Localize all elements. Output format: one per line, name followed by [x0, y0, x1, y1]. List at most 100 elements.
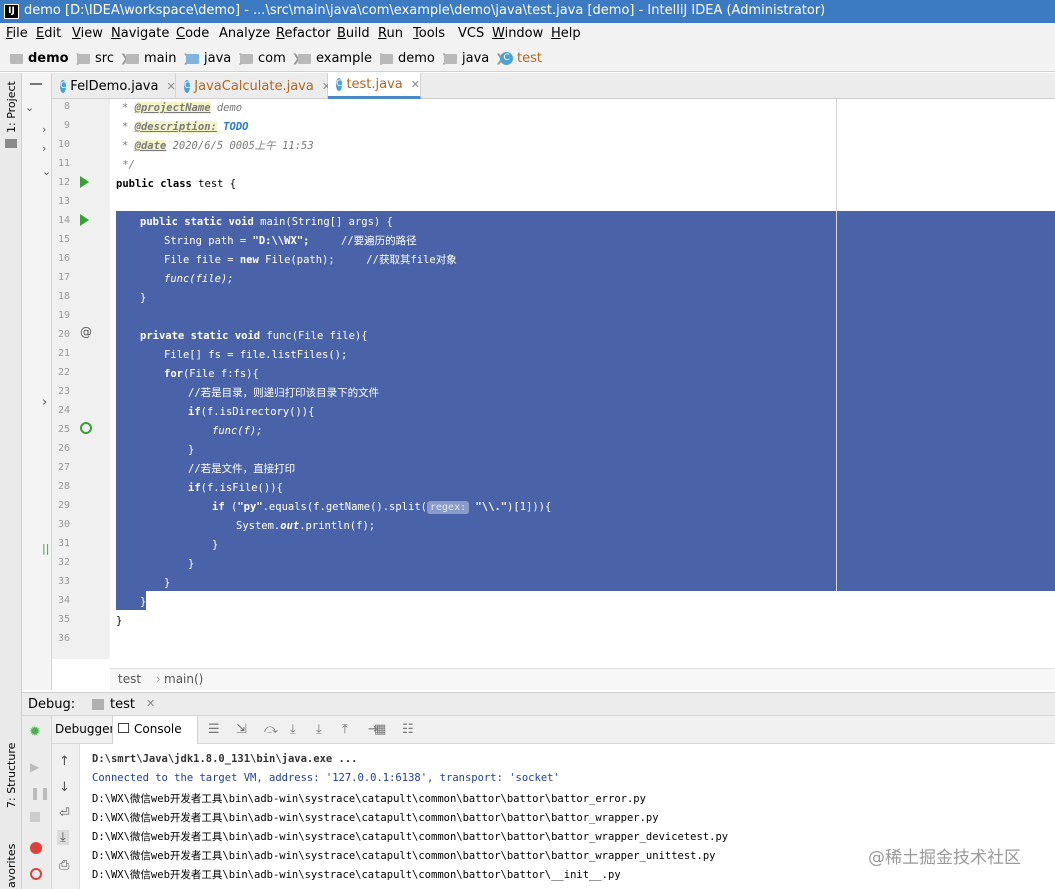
intellij-app-icon: IJ [4, 4, 19, 19]
crumb-class[interactable]: test [118, 672, 141, 686]
tab-feldemo[interactable]: C FelDemo.java ✕ [52, 73, 176, 99]
chevron-right-icon[interactable]: › [42, 123, 46, 136]
menu-build[interactable]: Build [337, 26, 370, 41]
class-icon: C [336, 78, 343, 91]
breadcrumb-com[interactable]: com ❯ [240, 51, 301, 66]
menu-window[interactable]: Window [492, 26, 543, 41]
line-number: 36 [57, 633, 70, 644]
menu-file[interactable]: File [6, 26, 28, 41]
line-number: 28 [57, 481, 70, 492]
breadcrumb-demo-package[interactable]: demo❯ [380, 51, 450, 66]
menu-run[interactable]: Run [378, 26, 403, 41]
menu-vcs[interactable]: VCS [458, 26, 484, 41]
line-number: 15 [57, 234, 70, 245]
line-number: 23 [57, 386, 70, 397]
crumb-method[interactable]: main() [164, 672, 203, 686]
pause-icon[interactable]: ❚❚ [30, 786, 50, 800]
code-line-22: for(File f:fs){ [164, 368, 259, 380]
step-over-icon[interactable]: ⤼ [264, 722, 278, 737]
breadcrumb-main[interactable]: main❯ [126, 51, 192, 66]
debug-tool-window-header: Debug: test ✕ [22, 692, 1055, 716]
line-number: 29 [57, 500, 70, 511]
rerun-debug-icon[interactable]: ✹ [29, 724, 41, 740]
down-icon[interactable]: ↓ [59, 780, 70, 795]
menu-navigate[interactable]: Navigate [111, 26, 169, 41]
force-step-into-icon[interactable]: ⤓ [316, 722, 322, 737]
code-line-27: //若是文件，直接打印 [188, 463, 296, 475]
code-line-30: System.out.println(f); [236, 520, 376, 532]
line-number: 13 [57, 196, 70, 207]
chevron-down-icon[interactable]: ⌄ [25, 101, 34, 114]
scroll-to-end-icon[interactable]: ⤓ [57, 830, 69, 845]
code-line-18: } [140, 292, 147, 304]
line-number: 14 [57, 215, 70, 226]
console-icon [118, 723, 129, 733]
project-tool-button[interactable]: 1: Project [5, 81, 18, 133]
code-line-28: if(f.isFile()){ [188, 482, 283, 494]
chevron-right-icon[interactable]: › [42, 142, 46, 155]
trace-icon[interactable]: ☷ [402, 722, 414, 737]
tab-javacalculate[interactable]: C JavaCalculate.java ✕ [176, 73, 331, 99]
code-line-21: File[] fs = file.listFiles(); [164, 349, 348, 361]
line-number: 9 [63, 120, 70, 131]
line-number: 22 [57, 367, 70, 378]
navigation-breadcrumb: demo❯ src❯ main❯ java❯ com❯ example❯ dem… [0, 45, 1055, 72]
recursion-marker-icon: @ [80, 325, 92, 339]
show-execution-point-icon[interactable]: ⇲ [236, 722, 247, 737]
menu-icon[interactable]: ☰ [208, 722, 220, 737]
recursive-call-icon [80, 422, 92, 434]
breadcrumb-demo[interactable]: demo❯ [10, 51, 84, 66]
debug-title: Debug: [28, 697, 76, 712]
close-icon[interactable]: ✕ [146, 697, 155, 710]
run-main-icon[interactable] [80, 214, 89, 226]
editor-gutter: 8 9 10 11 12 13 14 15 16 17 18 19 20 21 22 23 24 25 26 27 28… [52, 99, 110, 659]
step-out-icon[interactable]: ⤒ [342, 722, 348, 737]
soft-wrap-icon[interactable]: ⏎ [59, 806, 70, 821]
view-breakpoints-icon[interactable] [30, 842, 42, 854]
line-number: 24 [57, 405, 70, 416]
menu-analyze[interactable]: Analyze [219, 26, 270, 41]
menu-tools[interactable]: Tools [413, 26, 445, 41]
debug-config-tab[interactable]: test [110, 697, 135, 712]
package-icon [240, 53, 253, 64]
breadcrumb-java[interactable]: java❯ [186, 51, 246, 66]
minimize-icon[interactable] [30, 83, 42, 85]
console-line: D:\smrt\Java\jdk1.8.0_131\bin\java.exe .… [92, 753, 358, 765]
code-line-16: File file = new File(path); //获取其file对象 [164, 254, 457, 266]
menu-help[interactable]: Help [551, 26, 581, 41]
step-into-icon[interactable]: ⤓ [290, 722, 296, 737]
close-icon[interactable]: ✕ [166, 80, 175, 93]
menu-code[interactable]: Code [176, 26, 209, 41]
tab-test[interactable]: Ctest.java ✕ [328, 73, 421, 99]
breadcrumb-src[interactable]: src ❯ [77, 51, 129, 66]
favorites-tool-button[interactable]: avorites [5, 844, 18, 888]
stop-icon[interactable] [30, 812, 40, 822]
tab-debugger[interactable]: Debugger [55, 722, 114, 736]
resume-icon[interactable]: ▶ [30, 760, 39, 774]
line-number: 21 [57, 348, 70, 359]
mute-breakpoints-icon[interactable] [30, 868, 42, 880]
chevron-right-icon[interactable]: › [42, 395, 47, 410]
up-icon[interactable]: ↑ [59, 754, 70, 769]
breadcrumb-example[interactable]: example❯ [298, 51, 387, 66]
print-icon[interactable]: ⎙ [59, 858, 69, 873]
close-icon[interactable]: ✕ [411, 78, 420, 91]
evaluate-icon[interactable]: ▦ [374, 722, 386, 737]
breadcrumb-test-class[interactable]: Ctest [500, 51, 542, 66]
code-line-11: */ [116, 159, 135, 171]
source-folder-icon [186, 53, 199, 64]
menu-view[interactable]: View [72, 26, 103, 41]
code-line-20: private static void func(File file){ [140, 330, 368, 342]
code-line-26: } [188, 444, 195, 456]
chevron-down-icon[interactable]: ⌄ [42, 165, 51, 178]
menu-refactor[interactable]: Refactor [276, 26, 331, 41]
console-line: D:\WX\微信web开发者工具\bin\adb-win\systrace\ca… [92, 812, 659, 824]
package-icon [380, 53, 393, 64]
menu-edit[interactable]: Edit [36, 26, 61, 41]
parameter-hint: regex: [426, 501, 470, 514]
title-bar: IJ demo [D:\IDEA\workspace\demo] - ...\s… [0, 0, 1055, 23]
structure-tool-button[interactable]: 7: Structure [5, 743, 18, 808]
breadcrumb-java-package[interactable]: java❯ [444, 51, 504, 66]
run-class-icon[interactable] [80, 176, 89, 188]
tab-console[interactable]: Console [112, 716, 198, 744]
